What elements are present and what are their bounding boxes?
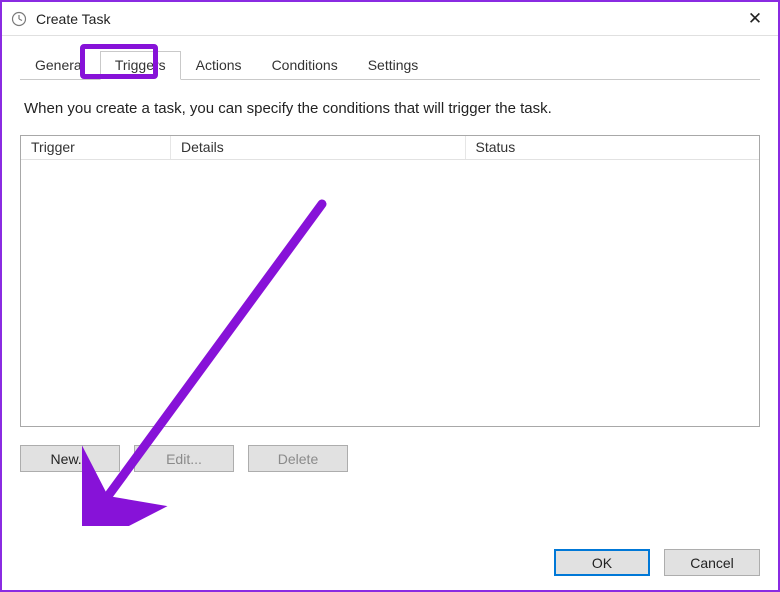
table-header: Trigger Details Status <box>21 136 759 160</box>
triggers-table: Trigger Details Status <box>20 135 760 427</box>
tab-actions[interactable]: Actions <box>181 51 257 79</box>
clock-icon <box>10 10 28 28</box>
trigger-button-row: New... Edit... Delete <box>20 445 760 472</box>
dialog-content: General Triggers Actions Conditions Sett… <box>2 36 778 484</box>
column-header-trigger[interactable]: Trigger <box>21 136 171 159</box>
tab-general[interactable]: General <box>20 51 100 79</box>
column-header-status[interactable]: Status <box>466 136 760 159</box>
table-body[interactable] <box>21 160 759 426</box>
tab-description: When you create a task, you can specify … <box>24 100 756 117</box>
close-button[interactable]: ✕ <box>732 2 778 36</box>
tabstrip: General Triggers Actions Conditions Sett… <box>20 50 760 80</box>
edit-button[interactable]: Edit... <box>134 445 234 472</box>
tab-conditions[interactable]: Conditions <box>257 51 353 79</box>
ok-button[interactable]: OK <box>554 549 650 576</box>
titlebar: Create Task ✕ <box>2 2 778 36</box>
close-icon: ✕ <box>748 9 762 29</box>
tab-settings[interactable]: Settings <box>353 51 434 79</box>
delete-button[interactable]: Delete <box>248 445 348 472</box>
dialog-footer: OK Cancel <box>554 549 760 576</box>
window-title: Create Task <box>36 11 110 27</box>
column-header-details[interactable]: Details <box>171 136 466 159</box>
new-button[interactable]: New... <box>20 445 120 472</box>
tab-triggers[interactable]: Triggers <box>100 51 181 80</box>
cancel-button[interactable]: Cancel <box>664 549 760 576</box>
